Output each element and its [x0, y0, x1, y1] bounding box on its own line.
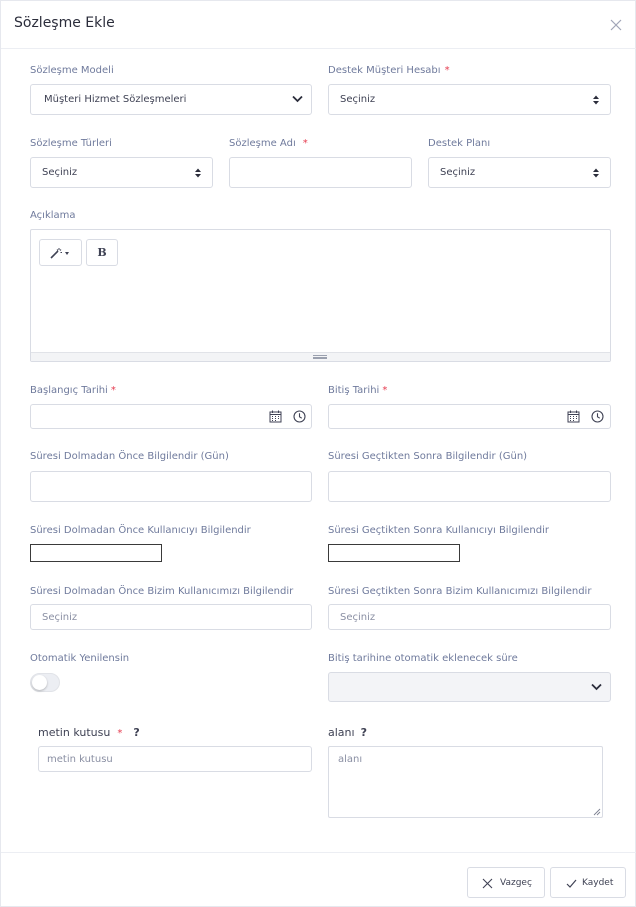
support-plan-label: Destek Planı [428, 138, 491, 149]
auto-renew-label: Otomatik Yenilensin [30, 653, 130, 664]
close-icon[interactable] [609, 18, 623, 32]
select-arrows-icon [593, 168, 599, 178]
notify-user-after-input[interactable] [328, 544, 460, 562]
end-date-label: Bitiş Tarihi * [328, 385, 388, 396]
notify-before-days-input[interactable] [30, 471, 312, 502]
toggle-knob [32, 675, 47, 690]
notify-user-after-label: Süresi Geçtikten Sonra Kullanıcıyı Bilgi… [328, 525, 549, 536]
clock-icon[interactable] [591, 410, 604, 423]
contract-name-label: Sözleşme Adı * [229, 138, 308, 149]
notify-before-days-label: Süresi Dolmadan Önce Bilgilendir (Gün) [30, 451, 229, 462]
help-icon[interactable]: ? [133, 726, 139, 739]
notify-our-user-after-select[interactable]: Seçiniz [328, 604, 611, 630]
resize-corner-icon[interactable] [593, 808, 601, 816]
description-label: Açıklama [30, 210, 76, 221]
select-arrows-icon [195, 168, 201, 178]
contract-model-select[interactable]: Müşteri Hizmet Sözleşmeleri [30, 84, 312, 115]
notify-after-days-input[interactable] [328, 471, 611, 502]
bold-button[interactable]: B [86, 239, 118, 266]
contract-name-input[interactable] [229, 157, 412, 188]
style-button[interactable] [39, 239, 82, 266]
support-account-select[interactable]: Seçiniz [328, 84, 611, 115]
description-editor[interactable]: B [30, 229, 611, 362]
modal-title: Sözleşme Ekle [14, 15, 115, 31]
notify-our-user-before-select[interactable]: Seçiniz [30, 604, 312, 630]
text-box-label: metin kutusu *? [38, 726, 140, 739]
grip-icon [313, 355, 327, 359]
area-textarea[interactable] [328, 746, 603, 818]
chevron-down-icon [292, 95, 303, 103]
notify-our-user-after-label: Süresi Geçtikten Sonra Bizim Kullanıcımı… [328, 586, 592, 597]
support-plan-select[interactable]: Seçiniz [428, 157, 611, 188]
text-box-input[interactable]: metin kutusu [38, 746, 312, 772]
magic-wand-icon [50, 248, 69, 259]
calendar-icon[interactable] [269, 410, 282, 423]
auto-extend-period-select[interactable] [328, 672, 611, 702]
select-arrows-icon [593, 95, 599, 105]
check-icon [566, 879, 577, 888]
contract-model-value: Müşteri Hizmet Sözleşmeleri [44, 94, 187, 105]
chevron-down-icon [591, 683, 602, 691]
clock-icon[interactable] [293, 410, 306, 423]
support-account-label: Destek Müşteri Hesabı * [328, 65, 450, 76]
notify-after-days-label: Süresi Geçtikten Sonra Bilgilendir (Gün) [328, 451, 528, 462]
end-date-input[interactable] [328, 404, 611, 429]
contract-types-label: Sözleşme Türleri [30, 138, 112, 149]
x-icon [482, 878, 493, 889]
notify-user-before-label: Süresi Dolmadan Önce Kullanıcıyı Bilgile… [30, 525, 251, 536]
start-date-input[interactable] [30, 404, 312, 429]
contract-types-select[interactable]: Seçiniz [30, 157, 213, 188]
start-date-label: Başlangıç Tarihi * [30, 385, 116, 396]
editor-resize-handle[interactable] [31, 352, 610, 361]
modal-footer: Vazgeç Kaydet [1, 852, 636, 907]
contract-types-value: Seçiniz [42, 167, 78, 178]
contract-model-label: Sözleşme Modeli [30, 65, 114, 76]
auto-renew-toggle[interactable] [30, 673, 60, 692]
area-label: alanı? [328, 726, 367, 739]
auto-extend-period-label: Bitiş tarihine otomatik eklenecek süre [328, 653, 518, 664]
cancel-button[interactable]: Vazgeç [467, 867, 545, 898]
notify-our-user-before-label: Süresi Dolmadan Önce Bizim Kullanıcımızı… [30, 586, 294, 597]
calendar-icon[interactable] [567, 410, 580, 423]
support-account-value: Seçiniz [340, 94, 376, 105]
notify-user-before-input[interactable] [30, 544, 162, 562]
modal-header: Sözleşme Ekle [1, 1, 636, 49]
save-button[interactable]: Kaydet [550, 867, 626, 898]
contract-add-modal: Sözleşme Ekle Sözleşme Modeli Müşteri Hi… [0, 0, 636, 907]
help-icon[interactable]: ? [361, 726, 367, 739]
support-plan-value: Seçiniz [440, 167, 476, 178]
